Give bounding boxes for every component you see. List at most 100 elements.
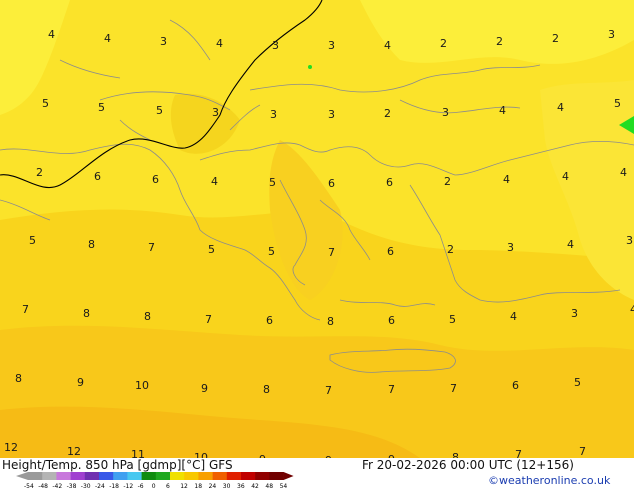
- temp-value: 7: [205, 313, 212, 326]
- temp-value: 4: [510, 310, 517, 323]
- temp-value: 8: [144, 310, 151, 323]
- legend-swatch: [56, 472, 71, 480]
- legend-tick-label: -42: [52, 483, 62, 490]
- legend-swatch: [184, 472, 199, 480]
- temp-value: 4: [384, 39, 391, 52]
- forecast-time: Fr 20-02-2026 00:00 UTC (12+156): [362, 458, 574, 472]
- legend-swatch: [70, 472, 86, 480]
- legend-swatch: [241, 472, 256, 480]
- legend-swatch: [127, 472, 142, 480]
- temp-value: 3: [160, 35, 167, 48]
- legend-tick-label: 6: [166, 483, 170, 490]
- station-dot: [308, 65, 312, 69]
- temp-value: 6: [152, 173, 159, 186]
- temp-value: 2: [552, 32, 559, 45]
- temp-value: 3: [507, 241, 514, 254]
- temp-value: 3: [212, 106, 219, 119]
- legend-tick-label: -6: [138, 483, 144, 490]
- legend-tick-label: 54: [280, 483, 288, 490]
- temp-value: 5: [29, 234, 36, 247]
- temp-value: 5: [156, 104, 163, 117]
- temp-value: 4: [216, 37, 223, 50]
- legend-tick-label: 18: [194, 483, 202, 490]
- temp-value: 6: [388, 314, 395, 327]
- temp-value: 6: [94, 170, 101, 183]
- legend-tick-label: 12: [180, 483, 188, 490]
- temp-value: 8: [88, 238, 95, 251]
- temp-value: 2: [440, 37, 447, 50]
- temp-value: 4: [48, 28, 55, 41]
- legend-tick-label: 48: [265, 483, 273, 490]
- legend-tick-label: -54: [24, 483, 34, 490]
- temp-value: 4: [104, 32, 111, 45]
- temp-value: 12: [4, 441, 18, 454]
- temp-value: 5: [269, 176, 276, 189]
- legend-swatch: [84, 472, 100, 480]
- temp-value: 4: [557, 101, 564, 114]
- temp-value: 8: [83, 307, 90, 320]
- legend-tick-label: 42: [251, 483, 259, 490]
- temp-value: 10: [135, 379, 149, 392]
- temp-value: 9: [77, 376, 84, 389]
- temp-value: 6: [387, 245, 394, 258]
- legend-tick-label: 0: [152, 483, 156, 490]
- temp-value: 4: [630, 303, 634, 316]
- temp-value: 4: [620, 166, 627, 179]
- temp-value: 12: [67, 445, 81, 458]
- temp-value: 3: [272, 39, 279, 52]
- footer-bar: Height/Temp. 850 hPa [gdmp][°C] GFS Fr 2…: [0, 458, 634, 490]
- temp-value: 3: [270, 108, 277, 121]
- temp-value: 4: [562, 170, 569, 183]
- temp-value: 6: [328, 177, 335, 190]
- temp-value: 7: [22, 303, 29, 316]
- legend-tick-label: 36: [237, 483, 245, 490]
- temp-value: 5: [208, 243, 215, 256]
- temp-value: 3: [608, 28, 615, 41]
- legend-tick-label: -18: [109, 483, 119, 490]
- field-0-3-north: [360, 0, 634, 64]
- temp-value: 4: [567, 238, 574, 251]
- legend-ticks: -54 -48 -42 -38 -30 -24 -18 -12 -6 0 6 12 18 24 30 36 42…: [24, 483, 287, 490]
- legend-swatches: [16, 472, 294, 480]
- temp-value: 7: [515, 448, 522, 458]
- temp-value: 5: [614, 97, 621, 110]
- copyright-link[interactable]: ©weatheronline.co.uk: [488, 474, 610, 487]
- temp-value: 4: [499, 104, 506, 117]
- temp-value: 3: [571, 307, 578, 320]
- legend-swatch: [212, 472, 228, 480]
- temp-value: 2: [447, 243, 454, 256]
- temp-value: 7: [148, 241, 155, 254]
- temp-value: 5: [574, 376, 581, 389]
- temp-value: 8: [15, 372, 22, 385]
- temp-value: 3: [328, 39, 335, 52]
- legend-swatch: [269, 472, 284, 480]
- temp-value: 9: [201, 382, 208, 395]
- temp-value: 8: [263, 383, 270, 396]
- temp-value: 2: [444, 175, 451, 188]
- legend-swatch: [170, 472, 185, 480]
- temp-value: 3: [328, 108, 335, 121]
- temp-value: 6: [512, 379, 519, 392]
- temp-value: 2: [384, 107, 391, 120]
- legend-tick-label: -24: [95, 483, 105, 490]
- temp-value: 5: [42, 97, 49, 110]
- temp-value: 11: [131, 448, 145, 458]
- temp-value: 7: [388, 383, 395, 396]
- color-legend: -54 -48 -42 -38 -30 -24 -18 -12 -6 0 6 12 18 24 30 36 42…: [16, 472, 294, 490]
- legend-arrow-left: [16, 472, 28, 480]
- legend-swatch: [42, 472, 57, 480]
- legend-arrow-right: [283, 472, 294, 480]
- legend-swatch: [226, 472, 242, 480]
- temp-value: 5: [98, 101, 105, 114]
- temp-value: 6: [386, 176, 393, 189]
- temp-value: 10: [194, 451, 208, 458]
- temp-value: 4: [503, 173, 510, 186]
- temp-value: 4: [211, 175, 218, 188]
- legend-tick-label: -38: [67, 483, 77, 490]
- weather-map: 4 4 3 4 3 3 4 2 2 2 3 5 5 5 3 3 3 2 3 4 …: [0, 0, 634, 458]
- legend-tick-label: -48: [38, 483, 48, 490]
- legend-swatch: [155, 472, 171, 480]
- temp-value: 8: [452, 451, 459, 458]
- temp-value: 7: [328, 246, 335, 259]
- temp-value: 3: [626, 234, 633, 247]
